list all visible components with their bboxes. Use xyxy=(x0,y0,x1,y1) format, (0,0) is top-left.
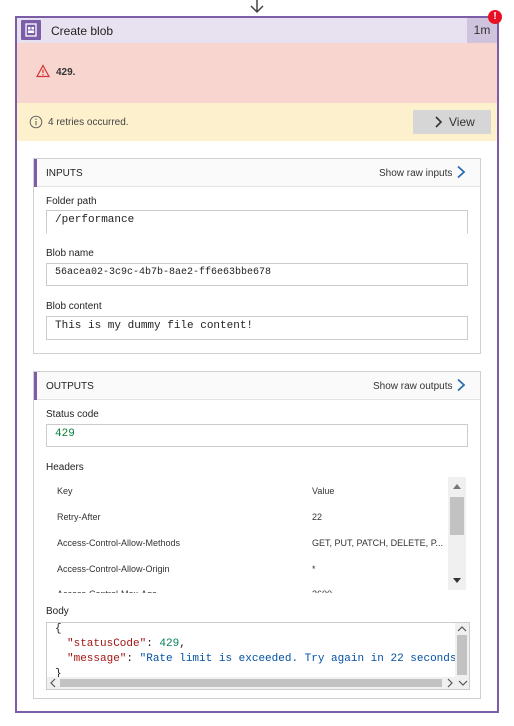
table-row-key: Access-Control-Allow-Methods xyxy=(57,538,181,548)
blob-name-value: 56acea02-3c9c-4b7b-8ae2-ff6e63bbe678 xyxy=(46,263,468,286)
scroll-up-icon[interactable] xyxy=(455,624,469,634)
scrollbar-thumb[interactable] xyxy=(60,679,442,687)
headers-label: Headers xyxy=(46,462,84,473)
scroll-left-icon[interactable] xyxy=(48,677,58,689)
code-number: 429 xyxy=(159,638,180,650)
show-raw-inputs-link[interactable]: Show raw inputs xyxy=(379,168,452,179)
retry-message: 4 retries occurred. xyxy=(48,117,129,128)
card-title: Create blob xyxy=(51,24,114,38)
down-arrow-icon xyxy=(250,0,264,14)
outputs-accent-bar xyxy=(34,372,37,400)
chevron-right-icon xyxy=(435,116,443,128)
body-label: Body xyxy=(46,606,69,617)
table-header-key: Key xyxy=(57,486,73,496)
code-string: "Rate limit is exceeded. Try again in 22… xyxy=(139,653,470,665)
blob-content-value: This is my dummy file content! xyxy=(46,316,468,340)
headers-table: Key Value Retry-After 22 Access-Control-… xyxy=(46,477,447,593)
blob-storage-icon xyxy=(21,20,41,40)
table-row-key: Access-Control-Max-Age xyxy=(57,589,157,593)
scroll-down-icon[interactable] xyxy=(457,677,469,689)
table-row-key: Retry-After xyxy=(57,512,101,522)
folder-path-value: /performance xyxy=(46,210,468,234)
table-row-value: GET, PUT, PATCH, DELETE, P... xyxy=(312,538,444,548)
scrollbar-thumb[interactable] xyxy=(457,635,467,675)
status-code-value: 429 xyxy=(46,424,468,447)
show-raw-outputs-link[interactable]: Show raw outputs xyxy=(373,381,453,392)
error-message: 429. xyxy=(56,67,76,78)
view-button-label: View xyxy=(449,115,475,129)
chevron-right-icon[interactable] xyxy=(455,165,467,179)
scroll-right-icon[interactable] xyxy=(445,677,455,689)
view-retries-button[interactable]: View xyxy=(413,110,491,134)
table-row-key: Access-Control-Allow-Origin xyxy=(57,564,170,574)
info-icon xyxy=(29,115,43,129)
table-header-value: Value xyxy=(312,486,335,496)
scroll-down-icon[interactable] xyxy=(448,574,466,588)
code-key: "statusCode" xyxy=(67,638,147,650)
status-code-label: Status code xyxy=(46,409,99,420)
code-key: "message" xyxy=(67,653,127,665)
table-row-value: 3600 xyxy=(312,589,332,593)
table-row-value: 22 xyxy=(312,512,323,522)
error-badge: ! xyxy=(488,10,502,24)
error-banner xyxy=(17,43,497,103)
outputs-title: OUTPUTS xyxy=(46,381,94,392)
inputs-title: INPUTS xyxy=(46,168,83,179)
chevron-right-icon[interactable] xyxy=(455,378,467,392)
blob-content-label: Blob content xyxy=(46,301,102,312)
code-open-brace: { xyxy=(55,623,62,635)
inputs-accent-bar xyxy=(34,159,37,187)
warning-icon xyxy=(36,64,50,78)
scrollbar-thumb[interactable] xyxy=(450,497,464,535)
scroll-up-icon[interactable] xyxy=(448,479,466,493)
table-row-value: * xyxy=(312,564,316,574)
blob-name-label: Blob name xyxy=(46,248,94,259)
folder-path-label: Folder path xyxy=(46,196,97,207)
